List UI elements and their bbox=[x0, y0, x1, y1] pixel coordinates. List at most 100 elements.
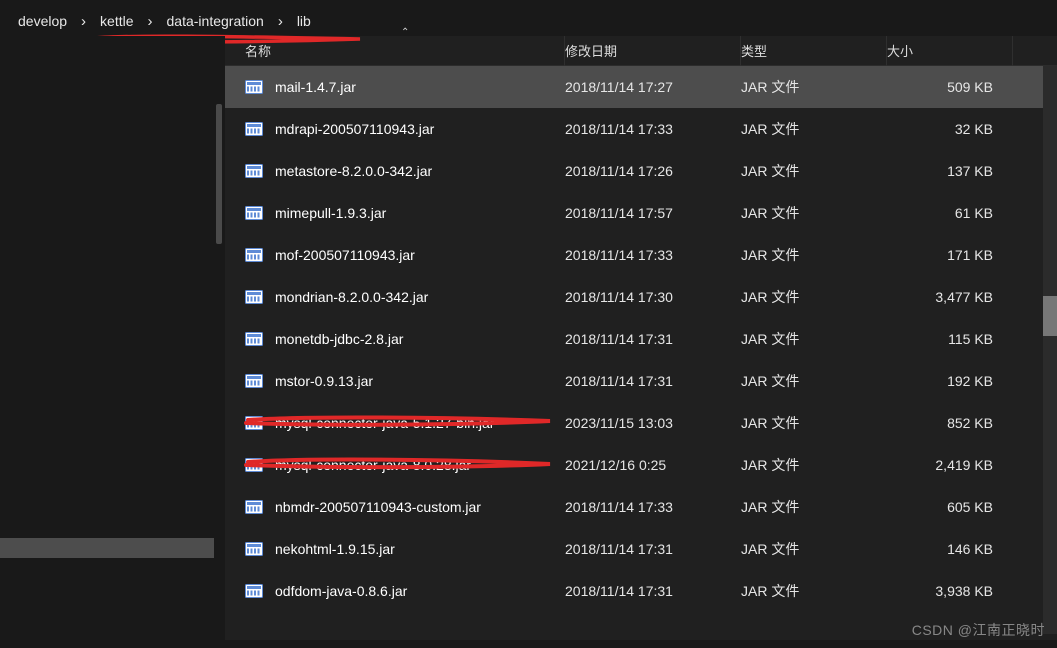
file-type: JAR 文件 bbox=[741, 287, 887, 307]
file-name-cell: mail-1.4.7.jar bbox=[245, 79, 565, 95]
file-name-cell: mstor-0.9.13.jar bbox=[245, 373, 565, 389]
file-list[interactable]: mail-1.4.7.jar2018/11/14 17:27JAR 文件509 … bbox=[225, 66, 1057, 640]
breadcrumb-item-data-integration[interactable]: data-integration bbox=[161, 11, 270, 31]
jar-file-icon bbox=[245, 584, 263, 598]
file-type: JAR 文件 bbox=[741, 371, 887, 391]
file-name-cell: nbmdr-200507110943-custom.jar bbox=[245, 499, 565, 515]
file-size: 3,477 KB bbox=[887, 289, 1013, 305]
navigation-pane[interactable] bbox=[0, 36, 225, 640]
file-type: JAR 文件 bbox=[741, 77, 887, 97]
file-name-cell: mondrian-8.2.0.0-342.jar bbox=[245, 289, 565, 305]
file-name: mimepull-1.9.3.jar bbox=[275, 205, 386, 221]
file-name-cell: metastore-8.2.0.0-342.jar bbox=[245, 163, 565, 179]
file-row[interactable]: mimepull-1.9.3.jar2018/11/14 17:57JAR 文件… bbox=[225, 192, 1057, 234]
column-header-name[interactable]: 名称 ⌃ bbox=[245, 36, 565, 66]
column-headers: 名称 ⌃ 修改日期 类型 大小 bbox=[225, 36, 1057, 66]
breadcrumb-item-kettle[interactable]: kettle bbox=[94, 11, 139, 31]
file-name: mail-1.4.7.jar bbox=[275, 79, 356, 95]
file-row[interactable]: mdrapi-200507110943.jar2018/11/14 17:33J… bbox=[225, 108, 1057, 150]
file-type: JAR 文件 bbox=[741, 581, 887, 601]
file-name: metastore-8.2.0.0-342.jar bbox=[275, 163, 432, 179]
file-name-cell: mdrapi-200507110943.jar bbox=[245, 121, 565, 137]
file-row[interactable]: nbmdr-200507110943-custom.jar 2018/11/14 … bbox=[225, 486, 1057, 528]
breadcrumb-item-develop[interactable]: develop bbox=[12, 11, 73, 31]
file-row[interactable]: metastore-8.2.0.0-342.jar 2018/11/14 17:2… bbox=[225, 150, 1057, 192]
file-name-cell: mysql-connector-java-5.1.27-bin.jar bbox=[245, 415, 565, 431]
file-name: odfdom-java-0.8.6.jar bbox=[275, 583, 407, 599]
file-type: JAR 文件 bbox=[741, 497, 887, 517]
file-date: 2018/11/14 17:27 bbox=[565, 79, 741, 95]
file-date: 2018/11/14 17:26 bbox=[565, 163, 741, 179]
file-row[interactable]: monetdb-jdbc-2.8.jar 2018/11/14 17:31JAR … bbox=[225, 318, 1057, 360]
file-size: 61 KB bbox=[887, 205, 1013, 221]
file-name: mof-200507110943.jar bbox=[275, 247, 415, 263]
file-size: 115 KB bbox=[887, 331, 1013, 347]
jar-file-icon bbox=[245, 164, 263, 178]
right-scrollbar-track[interactable] bbox=[1043, 66, 1057, 634]
file-date: 2021/12/16 0:25 bbox=[565, 457, 741, 473]
file-row[interactable]: odfdom-java-0.8.6.jar 2018/11/14 17:31JAR… bbox=[225, 570, 1057, 612]
chevron-right-icon: › bbox=[75, 13, 92, 30]
jar-file-icon bbox=[245, 80, 263, 94]
column-header-date[interactable]: 修改日期 bbox=[565, 36, 741, 66]
file-type: JAR 文件 bbox=[741, 161, 887, 181]
sort-indicator-icon: ⌃ bbox=[401, 27, 409, 38]
file-name-cell: mysql-connector-java-8.0.28.jar bbox=[245, 457, 565, 473]
chevron-right-icon: › bbox=[142, 13, 159, 30]
file-row[interactable]: mysql-connector-java-5.1.27-bin.jar 2023/… bbox=[225, 402, 1057, 444]
file-type: JAR 文件 bbox=[741, 413, 887, 433]
file-name: monetdb-jdbc-2.8.jar bbox=[275, 331, 403, 347]
file-type: JAR 文件 bbox=[741, 329, 887, 349]
breadcrumb: develop › kettle › data-integration › li… bbox=[0, 0, 1057, 36]
file-name: nekohtml-1.9.15.jar bbox=[275, 541, 395, 557]
file-type: JAR 文件 bbox=[741, 245, 887, 265]
left-scrollbar-thumb[interactable] bbox=[216, 104, 222, 244]
watermark: CSDN @江南正晓时 bbox=[912, 620, 1045, 640]
file-size: 137 KB bbox=[887, 163, 1013, 179]
file-name: mdrapi-200507110943.jar bbox=[275, 121, 434, 137]
file-date: 2023/11/15 13:03 bbox=[565, 415, 741, 431]
file-row[interactable]: mondrian-8.2.0.0-342.jar 2018/11/14 17:30… bbox=[225, 276, 1057, 318]
file-size: 192 KB bbox=[887, 373, 1013, 389]
file-date: 2018/11/14 17:33 bbox=[565, 499, 741, 515]
nav-selected-item[interactable] bbox=[0, 538, 214, 558]
file-row[interactable]: mstor-0.9.13.jar2018/11/14 17:31JAR 文件19… bbox=[225, 360, 1057, 402]
column-header-type[interactable]: 类型 bbox=[741, 36, 887, 66]
file-date: 2018/11/14 17:31 bbox=[565, 541, 741, 557]
jar-file-icon bbox=[245, 206, 263, 220]
file-date: 2018/11/14 17:30 bbox=[565, 289, 741, 305]
file-name: mondrian-8.2.0.0-342.jar bbox=[275, 289, 428, 305]
jar-file-icon bbox=[245, 416, 263, 430]
breadcrumb-item-lib[interactable]: lib bbox=[291, 11, 317, 31]
file-name-cell: monetdb-jdbc-2.8.jar bbox=[245, 331, 565, 347]
jar-file-icon bbox=[245, 248, 263, 262]
file-row[interactable]: mof-200507110943.jar 2018/11/14 17:33JAR … bbox=[225, 234, 1057, 276]
jar-file-icon bbox=[245, 458, 263, 472]
file-date: 2018/11/14 17:33 bbox=[565, 247, 741, 263]
jar-file-icon bbox=[245, 290, 263, 304]
file-date: 2018/11/14 17:33 bbox=[565, 121, 741, 137]
file-date: 2018/11/14 17:31 bbox=[565, 331, 741, 347]
file-row[interactable]: nekohtml-1.9.15.jar2018/11/14 17:31JAR 文… bbox=[225, 528, 1057, 570]
right-scrollbar-thumb[interactable] bbox=[1043, 296, 1057, 336]
jar-file-icon bbox=[245, 374, 263, 388]
file-row[interactable]: mail-1.4.7.jar2018/11/14 17:27JAR 文件509 … bbox=[225, 66, 1057, 108]
file-name: mysql-connector-java-5.1.27-bin.jar bbox=[275, 415, 494, 431]
file-size: 146 KB bbox=[887, 541, 1013, 557]
file-size: 3,938 KB bbox=[887, 583, 1013, 599]
file-date: 2018/11/14 17:31 bbox=[565, 373, 741, 389]
file-list-pane: 名称 ⌃ 修改日期 类型 大小 mail-1.4.7.jar 2018/11/14… bbox=[225, 36, 1057, 640]
file-date: 2018/11/14 17:57 bbox=[565, 205, 741, 221]
jar-file-icon bbox=[245, 332, 263, 346]
file-type: JAR 文件 bbox=[741, 455, 887, 475]
jar-file-icon bbox=[245, 542, 263, 556]
column-header-name-label: 名称 bbox=[245, 41, 271, 60]
file-name: nbmdr-200507110943-custom.jar bbox=[275, 499, 481, 515]
file-row[interactable]: mysql-connector-java-8.0.28.jar 2021/12/1… bbox=[225, 444, 1057, 486]
file-name: mysql-connector-java-8.0.28.jar bbox=[275, 457, 471, 473]
chevron-right-icon: › bbox=[272, 13, 289, 30]
column-header-size[interactable]: 大小 bbox=[887, 36, 1013, 66]
file-date: 2018/11/14 17:31 bbox=[565, 583, 741, 599]
file-name-cell: odfdom-java-0.8.6.jar bbox=[245, 583, 565, 599]
file-size: 2,419 KB bbox=[887, 457, 1013, 473]
